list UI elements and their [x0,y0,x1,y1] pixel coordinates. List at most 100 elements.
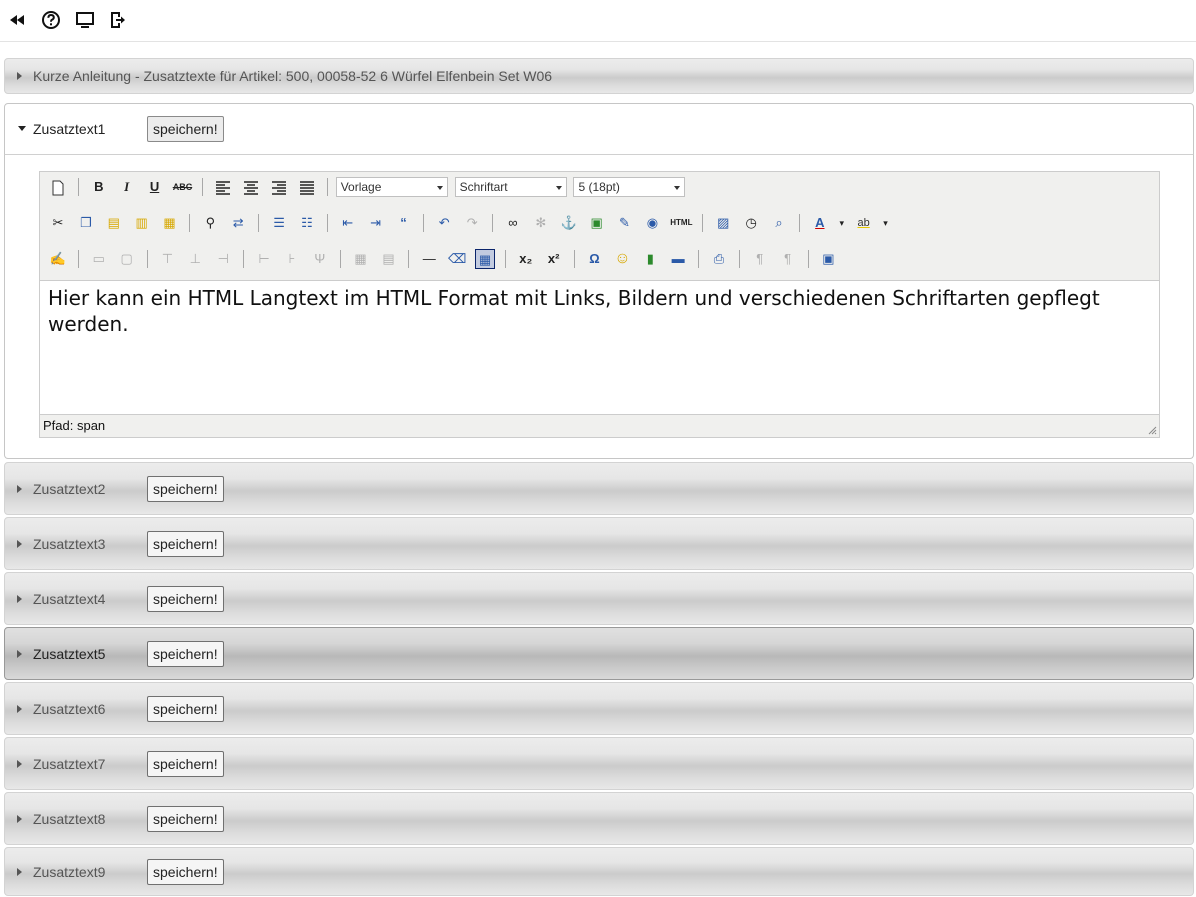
expand-arrow-icon [17,649,22,658]
find-icon[interactable]: ⚲ [200,213,220,233]
cleanup-icon[interactable]: ✎ [614,213,634,233]
insert-col-before-icon[interactable]: ⊢ [254,249,274,269]
section-label: Zusatztext1 [33,121,106,137]
instructions-header[interactable]: Kurze Anleitung - Zusatztexte für Artike… [4,58,1194,94]
edit-css-icon[interactable]: ✍ [48,249,68,269]
section-label: Zusatztext8 [33,810,106,827]
section-header-9[interactable]: Zusatztext9 speichern! [4,847,1194,896]
superscript-icon[interactable]: x² [544,249,564,269]
insert-row-after-icon[interactable]: ⊥ [185,249,205,269]
undo-icon[interactable]: ↶ [434,213,454,233]
save-button[interactable]: speichern! [147,805,224,832]
bold-button[interactable]: B [89,177,109,197]
horizontal-rule-icon[interactable]: — [419,249,439,269]
advanced-hr-icon[interactable]: ▬ [668,249,688,269]
expand-arrow-icon [17,814,22,823]
save-button[interactable]: speichern! [147,750,224,777]
editor-content-area[interactable]: Hier kann ein HTML Langtext im HTML Form… [48,285,1148,337]
font-size-select[interactable]: 5 (18pt) [573,177,686,197]
save-button[interactable]: speichern! [147,585,224,612]
exit-icon[interactable] [106,9,128,31]
outdent-icon[interactable]: ⇤ [338,213,358,233]
new-document-icon[interactable] [48,177,68,197]
section-header-2[interactable]: Zusatztext2 speichern! [4,462,1194,515]
preview-icon[interactable]: ⌕ [769,213,789,233]
expand-arrow-icon [17,539,22,548]
help-editor-icon[interactable]: ◉ [642,213,662,233]
link-icon[interactable]: ∞ [503,213,523,233]
fullscreen-icon[interactable]: ▣ [818,249,838,269]
media-icon[interactable]: ▮ [640,249,660,269]
save-button[interactable]: speichern! [147,530,224,557]
subscript-icon[interactable]: x₂ [516,249,536,269]
save-button[interactable]: speichern! [147,116,224,142]
font-color-dropdown-icon[interactable]: ▾ [838,213,846,233]
save-button[interactable]: speichern! [147,475,224,502]
section-header-4[interactable]: Zusatztext4 speichern! [4,572,1194,625]
save-button[interactable]: speichern! [147,695,224,722]
unlink-icon[interactable]: ✻ [531,213,551,233]
help-icon[interactable] [40,9,62,31]
insert-row-before-icon[interactable]: ⊤ [157,249,177,269]
cut-icon[interactable]: ✂ [48,213,68,233]
cell-props-icon[interactable]: ▢ [117,249,137,269]
top-toolbar [0,0,1196,42]
save-button[interactable]: speichern! [147,640,224,667]
blockquote-icon[interactable]: “ [393,213,413,233]
table-icon[interactable]: ▦ [475,249,496,269]
highlight-dropdown-icon[interactable]: ▾ [882,213,890,233]
monitor-icon[interactable] [74,9,96,31]
image-icon[interactable]: ▣ [587,213,607,233]
rewind-icon[interactable] [6,9,28,31]
emoticon-icon[interactable]: ☺ [612,249,632,269]
insert-date-icon[interactable]: ▨ [713,213,733,233]
rtl-icon[interactable]: ¶ [778,249,798,269]
section-header-5[interactable]: Zusatztext5 speichern! [4,627,1194,680]
special-char-button[interactable]: Ω [584,249,604,269]
paste-text-icon[interactable]: ▥ [132,213,152,233]
resize-grip-icon[interactable] [1147,425,1157,435]
insert-col-after-icon[interactable]: ⊦ [282,249,302,269]
underline-button[interactable]: U [145,177,165,197]
section-label: Zusatztext7 [33,755,106,772]
format-select[interactable]: Vorlage [335,177,448,197]
italic-button[interactable]: I [117,177,137,197]
replace-icon[interactable]: ⇄ [228,213,248,233]
row-props-icon[interactable]: ▭ [89,249,109,269]
font-select[interactable]: Schriftart [454,177,567,197]
copy-icon[interactable]: ❐ [76,213,96,233]
paste-icon[interactable]: ▤ [104,213,124,233]
section-label: Zusatztext4 [33,590,106,607]
section-header-7[interactable]: Zusatztext7 speichern! [4,737,1194,790]
align-justify-icon[interactable] [297,177,317,197]
collapse-arrow-icon [18,126,26,131]
delete-col-icon[interactable]: Ψ [310,249,330,269]
print-icon[interactable]: ⎙ [709,249,729,269]
numbered-list-icon[interactable]: ☷ [297,213,317,233]
anchor-icon[interactable]: ⚓ [559,213,579,233]
html-source-button[interactable]: HTML [670,213,692,233]
ltr-icon[interactable]: ¶ [750,249,770,269]
split-cells-icon[interactable]: ▦ [351,249,371,269]
redo-icon[interactable]: ↷ [462,213,482,233]
font-color-button[interactable]: A [810,213,830,233]
insert-time-icon[interactable]: ◷ [741,213,761,233]
bullet-list-icon[interactable]: ☰ [269,213,289,233]
indent-icon[interactable]: ⇥ [366,213,386,233]
section-label: Zusatztext6 [33,700,106,717]
align-right-icon[interactable] [269,177,289,197]
eraser-icon[interactable]: ⌫ [447,249,467,269]
align-center-icon[interactable] [241,177,261,197]
delete-row-icon[interactable]: ⊣ [213,249,233,269]
section-header-8[interactable]: Zusatztext8 speichern! [4,792,1194,845]
expand-arrow-icon [17,704,22,713]
section-header-6[interactable]: Zusatztext6 speichern! [4,682,1194,735]
section-header-3[interactable]: Zusatztext3 speichern! [4,517,1194,570]
align-left-icon[interactable] [213,177,233,197]
save-button[interactable]: speichern! [147,858,224,885]
merge-cells-icon[interactable]: ▤ [378,249,398,269]
highlight-color-button[interactable]: ab [854,213,874,233]
section-header-1[interactable]: Zusatztext1 speichern! [4,103,1194,155]
paste-word-icon[interactable]: ▦ [160,213,180,233]
strikethrough-button[interactable]: ABC [172,177,193,197]
